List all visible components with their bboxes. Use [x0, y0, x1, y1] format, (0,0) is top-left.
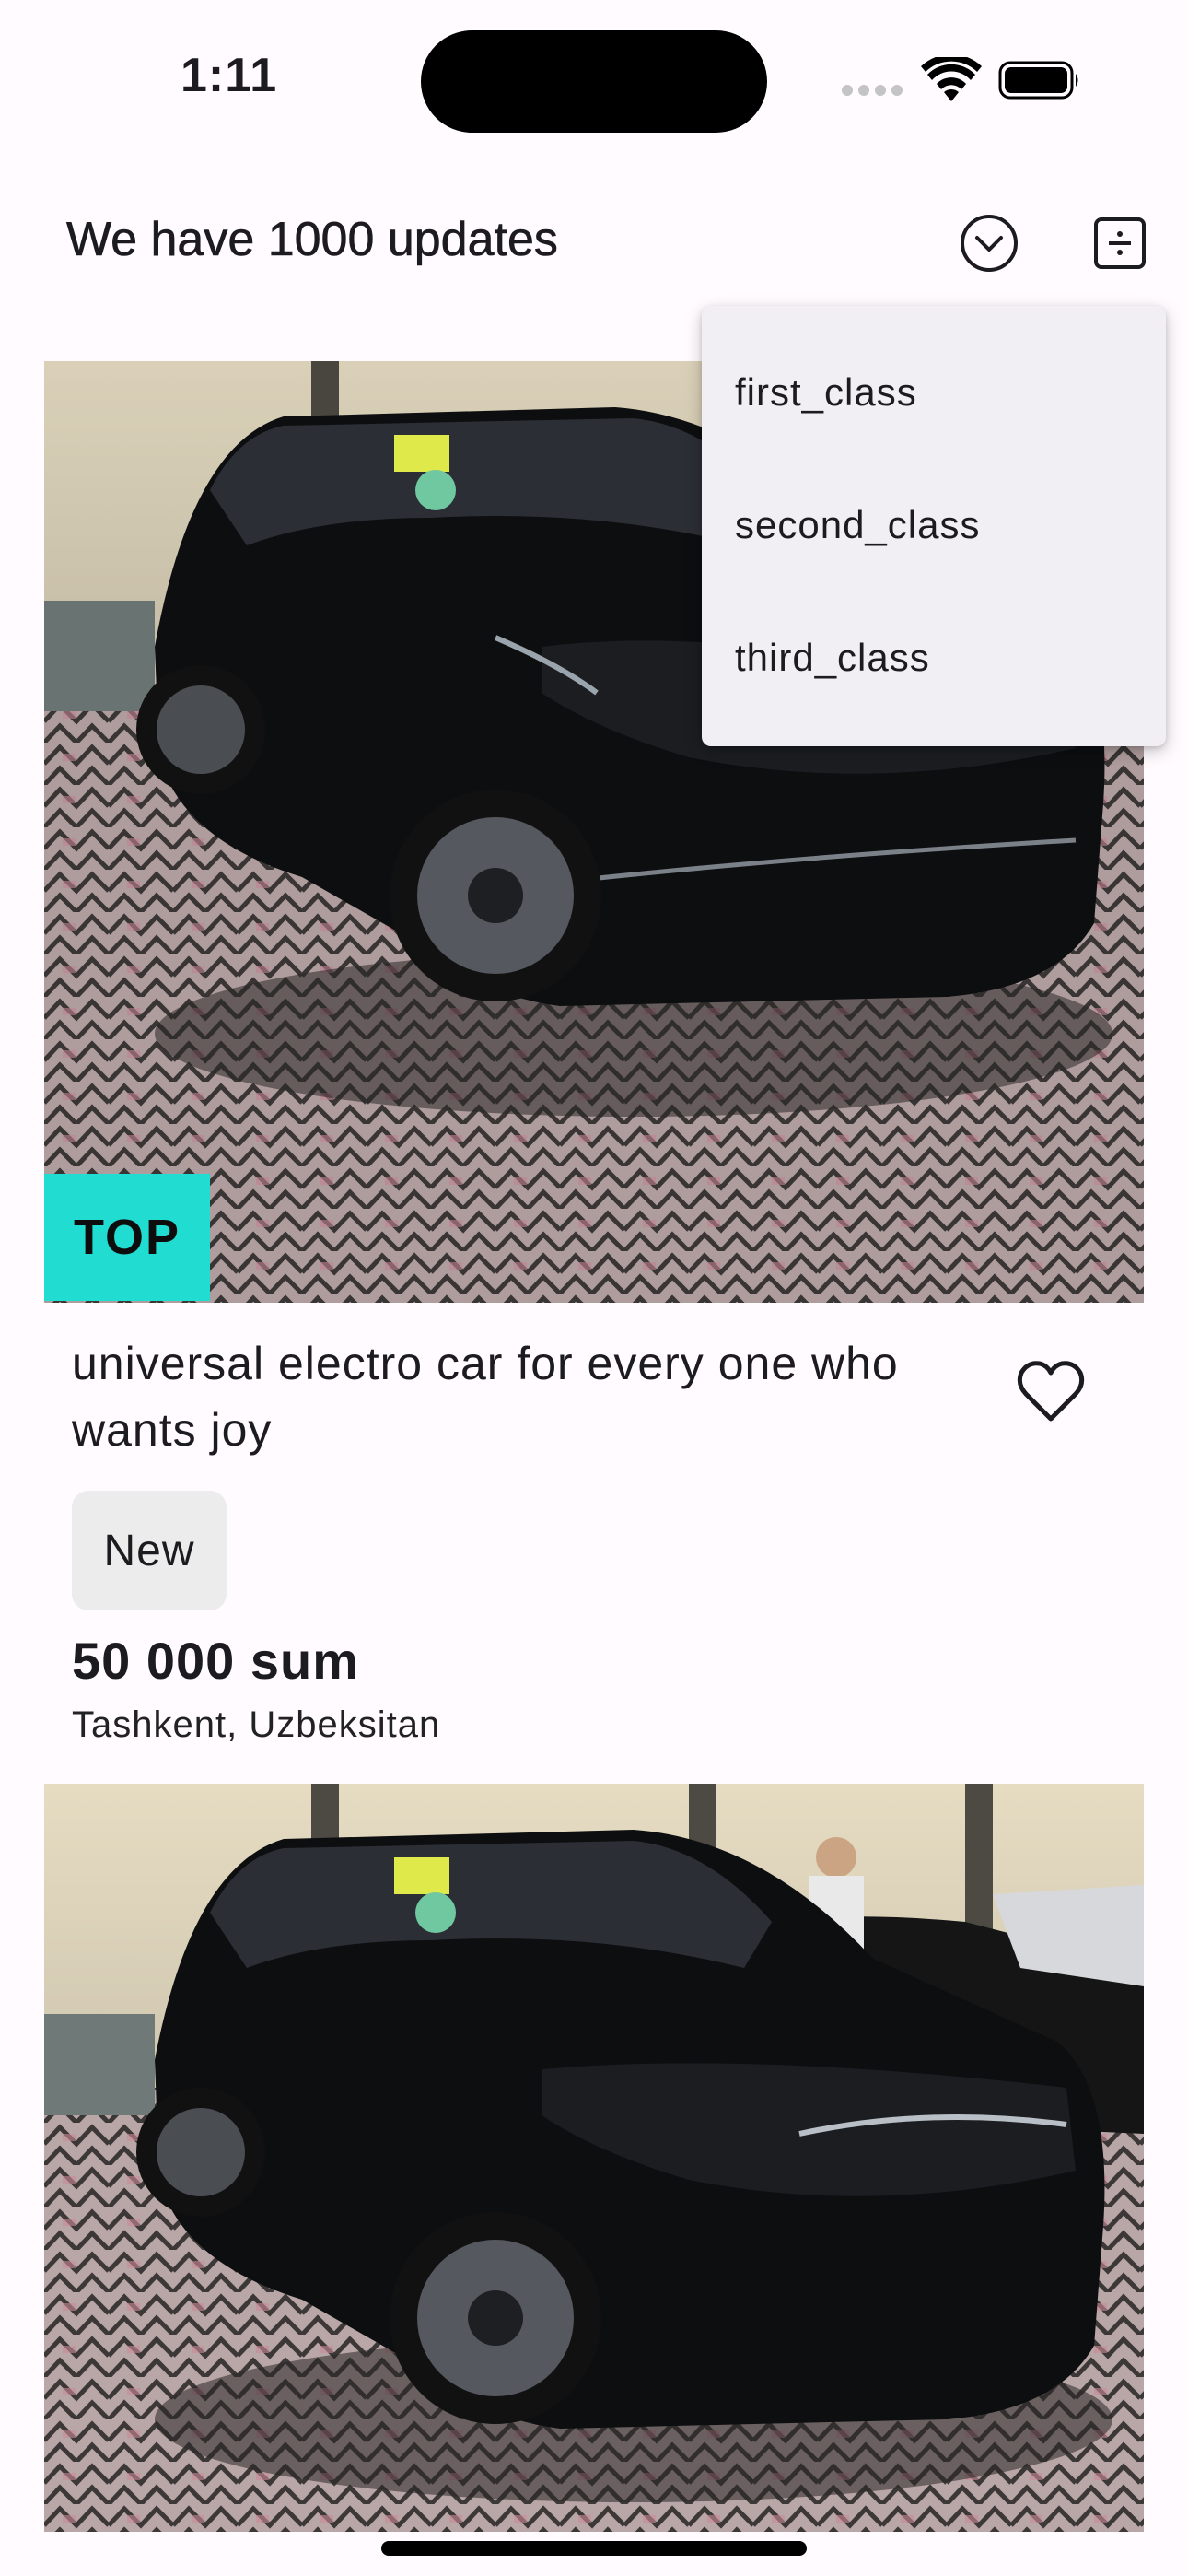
sort-dropdown-menu: first_class second_class third_class [702, 306, 1166, 746]
home-indicator[interactable] [381, 2541, 807, 2556]
wifi-icon [921, 53, 982, 103]
status-time: 1:11 [181, 49, 278, 102]
listing-photo[interactable] [44, 1784, 1144, 2532]
chevron-down-circle-icon [961, 215, 1018, 272]
sort-button[interactable] [949, 203, 1030, 284]
calculator-icon [1094, 217, 1146, 269]
listing-location: Tashkent, Uzbeksitan [72, 1704, 441, 1745]
top-badge: TOP [44, 1174, 210, 1301]
heart-outline-icon [1017, 1361, 1085, 1422]
favorite-button[interactable] [1013, 1354, 1089, 1430]
menu-item-third-class[interactable]: third_class [735, 636, 930, 680]
page-title: We have 1000 updates [66, 213, 558, 267]
dynamic-island [421, 30, 767, 133]
menu-item-second-class[interactable]: second_class [735, 503, 980, 547]
listing-price: 50 000 sum [72, 1632, 359, 1690]
battery-icon [998, 61, 1081, 100]
filter-button[interactable] [1079, 203, 1160, 284]
cellular-signal-icon [842, 85, 903, 98]
condition-chip: New [72, 1491, 227, 1610]
menu-item-first-class[interactable]: first_class [735, 370, 917, 415]
listing-title[interactable]: universal electro car for every one who … [72, 1330, 919, 1463]
